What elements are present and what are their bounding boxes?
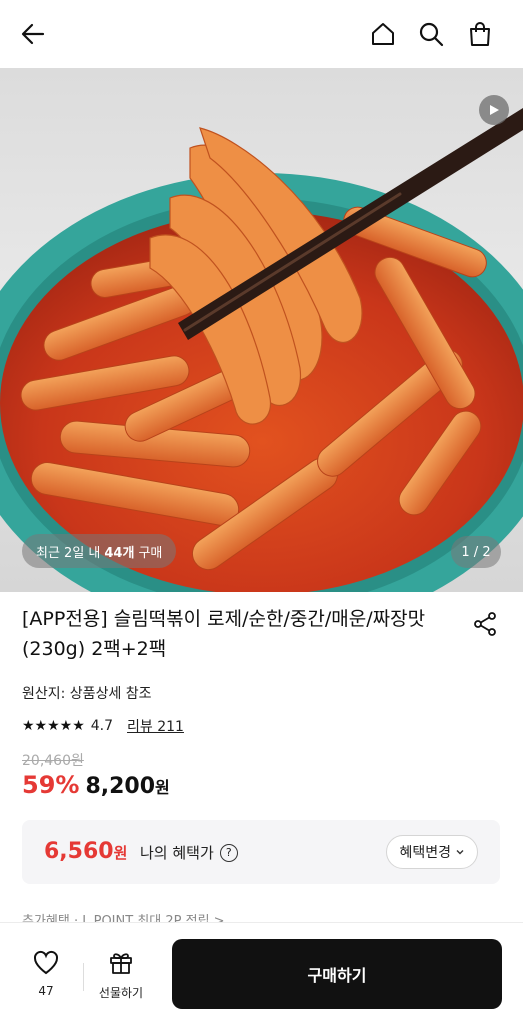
shopping-bag-icon — [470, 22, 490, 46]
bottom-action-bar: 47 선물하기 구매하기 — [0, 922, 523, 1024]
gift-icon — [110, 953, 132, 974]
sale-price: 8,200원 — [85, 774, 169, 799]
benefit-price-value: 6,560 — [44, 839, 114, 864]
price-row: 59% 8,200원 — [22, 771, 170, 799]
rating-row: ★★★★★ 4.7 리뷰 211 — [22, 716, 184, 736]
benefit-label-text: 나의 혜택가 — [140, 844, 214, 862]
reviews-link[interactable]: 리뷰 211 — [127, 716, 184, 736]
origin-info: 원산지: 상품상세 참조 — [22, 686, 152, 702]
divider — [83, 963, 84, 991]
share-button[interactable] — [471, 610, 499, 638]
recent-prefix: 최근 2일 내 — [36, 545, 101, 561]
arrow-left-icon — [21, 23, 45, 45]
product-title: [APP전용] 슬림떡볶이 로제/순한/중간/매운/짜장맛(230g) 2팩+2… — [22, 608, 426, 660]
back-button[interactable] — [16, 17, 50, 51]
recent-count: 44개 — [104, 545, 135, 561]
help-icon[interactable]: ? — [219, 843, 238, 862]
benefit-change-button[interactable]: 혜택변경 — [386, 835, 478, 869]
tteokbokki-photo — [0, 108, 523, 592]
top-header — [0, 0, 523, 68]
benefit-price: 6,560원 — [44, 839, 127, 864]
gift-button[interactable]: 선물하기 — [92, 949, 150, 1001]
benefit-price-unit: 원 — [113, 844, 128, 862]
home-button[interactable] — [366, 17, 400, 51]
play-icon — [490, 105, 499, 115]
benefit-price-box: 6,560원 나의 혜택가 ? 혜택변경 — [22, 820, 500, 884]
image-page-indicator: 1 / 2 — [451, 536, 501, 568]
benefit-label: 나의 혜택가 ? — [140, 842, 238, 863]
wishlist-count: 47 — [38, 984, 54, 998]
recent-purchase-badge: 최근 2일 내 44개 구매 — [22, 534, 177, 568]
search-icon — [419, 22, 444, 47]
wishlist-button[interactable]: 47 — [22, 949, 70, 998]
share-icon — [474, 612, 496, 636]
chevron-down-icon — [456, 850, 464, 855]
original-price: 20,460원 — [22, 753, 84, 769]
recent-suffix: 구매 — [138, 545, 163, 561]
sale-price-unit: 원 — [155, 778, 170, 797]
gift-label: 선물하기 — [98, 986, 144, 1000]
search-button[interactable] — [414, 17, 448, 51]
sale-price-value: 8,200 — [85, 774, 156, 799]
discount-rate: 59% — [22, 771, 80, 799]
video-play-button[interactable] — [479, 95, 509, 125]
heart-icon — [34, 950, 58, 975]
home-icon — [372, 23, 394, 45]
star-rating-icon: ★★★★★ — [22, 718, 85, 734]
product-image[interactable]: 최근 2일 내 44개 구매 1 / 2 — [0, 68, 523, 592]
additional-benefit-peek[interactable]: 추가혜택 · L.POINT 최대 2P 적립 > — [22, 910, 225, 922]
rating-score: 4.7 — [90, 718, 114, 734]
cart-button[interactable] — [463, 17, 497, 51]
benefit-change-label: 혜택변경 — [399, 844, 451, 860]
buy-button[interactable]: 구매하기 — [172, 939, 502, 1009]
